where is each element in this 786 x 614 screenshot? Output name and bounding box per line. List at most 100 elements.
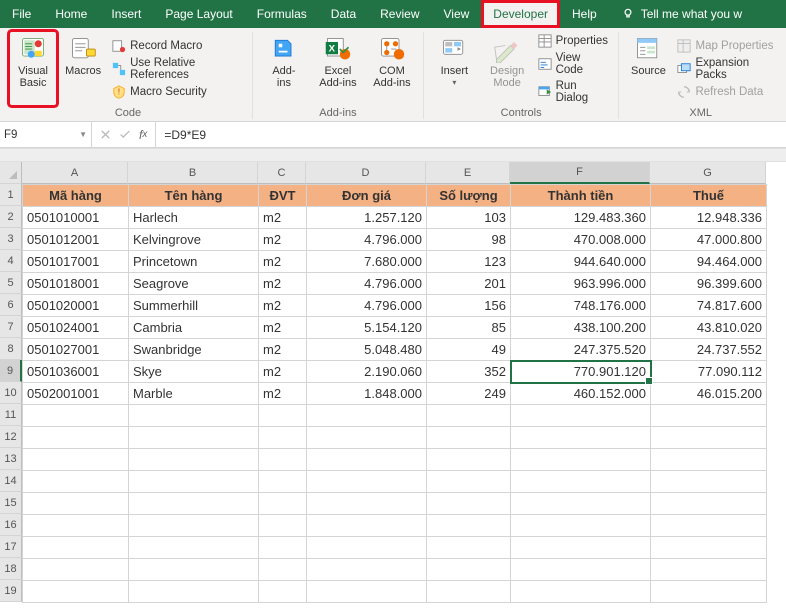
cell-C14[interactable] <box>259 471 307 493</box>
cell-C18[interactable] <box>259 559 307 581</box>
cell-E14[interactable] <box>427 471 511 493</box>
row-header-8[interactable]: 8 <box>0 338 22 360</box>
cell-E5[interactable]: 201 <box>427 273 511 295</box>
cell-G4[interactable]: 94.464.000 <box>651 251 767 273</box>
cell-C5[interactable]: m2 <box>259 273 307 295</box>
cell-C3[interactable]: m2 <box>259 229 307 251</box>
com-addins-button[interactable]: COM Add-ins <box>367 32 417 105</box>
cell-A4[interactable]: 0501017001 <box>23 251 129 273</box>
cell-A8[interactable]: 0501027001 <box>23 339 129 361</box>
cell-D14[interactable] <box>307 471 427 493</box>
column-header-A[interactable]: A <box>22 162 128 184</box>
cell-D16[interactable] <box>307 515 427 537</box>
cell-B9[interactable]: Skye <box>129 361 259 383</box>
cell-G19[interactable] <box>651 581 767 603</box>
macros-button[interactable]: Macros <box>60 32 106 105</box>
cell-C19[interactable] <box>259 581 307 603</box>
cell-A14[interactable] <box>23 471 129 493</box>
cell-G17[interactable] <box>651 537 767 559</box>
row-header-12[interactable]: 12 <box>0 426 22 448</box>
cell-B4[interactable]: Princetown <box>129 251 259 273</box>
cell-A16[interactable] <box>23 515 129 537</box>
cell-A11[interactable] <box>23 405 129 427</box>
tab-review[interactable]: Review <box>368 0 431 28</box>
row-header-19[interactable]: 19 <box>0 580 22 602</box>
cell-F13[interactable] <box>511 449 651 471</box>
cell-A2[interactable]: 0501010001 <box>23 207 129 229</box>
cell-F15[interactable] <box>511 493 651 515</box>
cell-A6[interactable]: 0501020001 <box>23 295 129 317</box>
cell-C10[interactable]: m2 <box>259 383 307 405</box>
macro-security-button[interactable]: ! Macro Security <box>110 84 246 100</box>
tab-view[interactable]: View <box>432 0 482 28</box>
cell-E9[interactable]: 352 <box>427 361 511 383</box>
cell-A9[interactable]: 0501036001 <box>23 361 129 383</box>
cell-G18[interactable] <box>651 559 767 581</box>
cell-D6[interactable]: 4.796.000 <box>307 295 427 317</box>
cell-E15[interactable] <box>427 493 511 515</box>
cell-C17[interactable] <box>259 537 307 559</box>
cell-D19[interactable] <box>307 581 427 603</box>
row-header-11[interactable]: 11 <box>0 404 22 426</box>
cell-E16[interactable] <box>427 515 511 537</box>
cell-F17[interactable] <box>511 537 651 559</box>
cell-D5[interactable]: 4.796.000 <box>307 273 427 295</box>
column-header-F[interactable]: F <box>510 162 650 184</box>
cell-E17[interactable] <box>427 537 511 559</box>
expansion-packs-button[interactable]: Expansion Packs <box>675 56 776 82</box>
cell-E10[interactable]: 249 <box>427 383 511 405</box>
tab-formulas[interactable]: Formulas <box>245 0 319 28</box>
cell-E7[interactable]: 85 <box>427 317 511 339</box>
cell-B6[interactable]: Summerhill <box>129 295 259 317</box>
row-header-17[interactable]: 17 <box>0 536 22 558</box>
column-header-E[interactable]: E <box>426 162 510 184</box>
cell-A17[interactable] <box>23 537 129 559</box>
tab-data[interactable]: Data <box>319 0 368 28</box>
row-header-18[interactable]: 18 <box>0 558 22 580</box>
row-header-9[interactable]: 9 <box>0 360 22 382</box>
cell-G7[interactable]: 43.810.020 <box>651 317 767 339</box>
cell-E13[interactable] <box>427 449 511 471</box>
cell-F7[interactable]: 438.100.200 <box>511 317 651 339</box>
cell-B15[interactable] <box>129 493 259 515</box>
cell-A19[interactable] <box>23 581 129 603</box>
cell-E3[interactable]: 98 <box>427 229 511 251</box>
cell-B19[interactable] <box>129 581 259 603</box>
cell-B5[interactable]: Seagrove <box>129 273 259 295</box>
cell-C2[interactable]: m2 <box>259 207 307 229</box>
row-header-6[interactable]: 6 <box>0 294 22 316</box>
cell-D2[interactable]: 1.257.120 <box>307 207 427 229</box>
cell-C1[interactable]: ĐVT <box>259 185 307 207</box>
cell-G14[interactable] <box>651 471 767 493</box>
cell-B10[interactable]: Marble <box>129 383 259 405</box>
cell-D12[interactable] <box>307 427 427 449</box>
cell-D11[interactable] <box>307 405 427 427</box>
row-header-2[interactable]: 2 <box>0 206 22 228</box>
cell-F19[interactable] <box>511 581 651 603</box>
cell-G10[interactable]: 46.015.200 <box>651 383 767 405</box>
cell-F10[interactable]: 460.152.000 <box>511 383 651 405</box>
cell-B8[interactable]: Swanbridge <box>129 339 259 361</box>
formula-input[interactable]: =D9*E9 <box>156 122 786 147</box>
view-code-button[interactable]: View Code <box>536 51 613 77</box>
cell-A10[interactable]: 0502001001 <box>23 383 129 405</box>
cell-B3[interactable]: Kelvingrove <box>129 229 259 251</box>
design-mode-button[interactable]: Design Mode <box>483 32 532 105</box>
visual-basic-button[interactable]: Visual Basic <box>10 32 56 105</box>
cell-B17[interactable] <box>129 537 259 559</box>
tab-file[interactable]: File <box>0 0 43 28</box>
cell-D10[interactable]: 1.848.000 <box>307 383 427 405</box>
cell-D7[interactable]: 5.154.120 <box>307 317 427 339</box>
cell-C8[interactable]: m2 <box>259 339 307 361</box>
cell-C7[interactable]: m2 <box>259 317 307 339</box>
cell-A3[interactable]: 0501012001 <box>23 229 129 251</box>
cell-E2[interactable]: 103 <box>427 207 511 229</box>
row-header-1[interactable]: 1 <box>0 184 22 206</box>
name-box[interactable]: F9 ▼ <box>0 122 92 147</box>
row-header-3[interactable]: 3 <box>0 228 22 250</box>
cell-G11[interactable] <box>651 405 767 427</box>
cell-G9[interactable]: 77.090.112 <box>651 361 767 383</box>
run-dialog-button[interactable]: Run Dialog <box>536 79 613 105</box>
cell-F14[interactable] <box>511 471 651 493</box>
cell-D15[interactable] <box>307 493 427 515</box>
